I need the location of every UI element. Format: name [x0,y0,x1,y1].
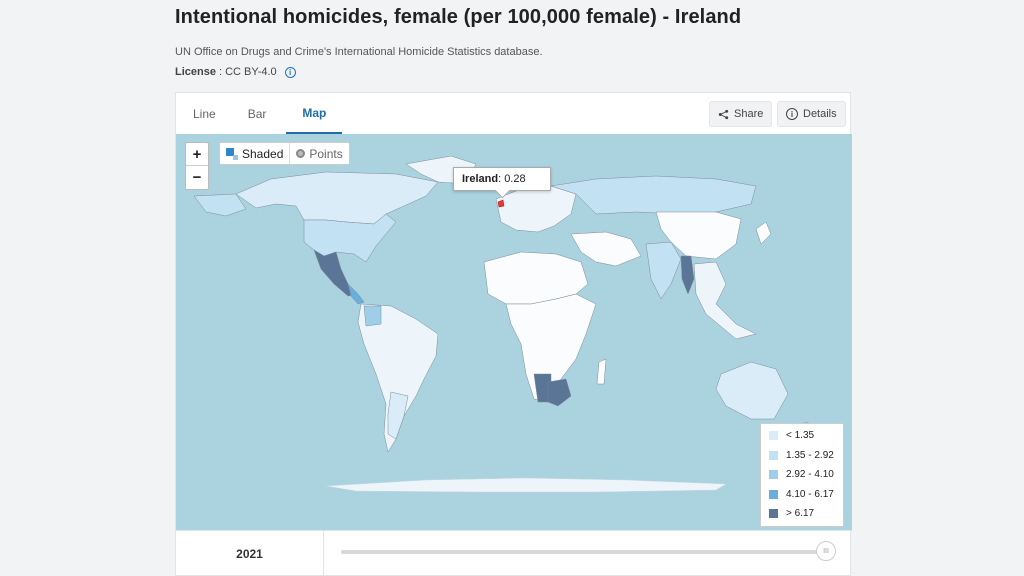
map-canvas[interactable] [176,134,852,530]
legend-item: 4.10 - 6.17 [761,485,843,505]
page: Intentional homicides, female (per 100,0… [0,0,1024,576]
points-icon [296,149,306,158]
country-central-america [347,283,365,305]
legend-swatch [769,450,778,460]
country-india [645,241,682,300]
country-europe [495,185,577,233]
license-label: License [175,66,216,78]
country-argentina [387,391,409,440]
chart-card: Line Bar Map Share i Details + − Shaded … [175,92,852,576]
legend-swatch [769,489,778,499]
tab-bar[interactable]: Bar [232,93,283,134]
info-circle-icon: i [786,108,798,120]
tooltip-country: Ireland [462,173,499,185]
page-title: Intentional homicides, female (per 100,0… [175,6,742,28]
legend-label: 1.35 - 2.92 [786,449,834,461]
shaded-label: Shaded [242,146,284,161]
shaded-mode-button[interactable]: Shaded [220,143,289,164]
legend-label: 2.92 - 4.10 [786,469,834,481]
zoom-controls: + − [185,142,209,190]
legend-swatch [769,509,778,519]
legend-label: > 6.17 [786,508,815,520]
country-antarctica [325,477,727,493]
points-label: Points [309,146,343,161]
year-slider-handle[interactable]: III [816,541,836,561]
country-canada [235,171,439,225]
zoom-out-button[interactable]: − [186,166,208,189]
legend-item: < 1.35 [761,426,843,446]
year-slider-track[interactable] [341,550,826,554]
view-tabs: Line Bar Map [176,93,343,134]
map-mode-toggle: Shaded Points [219,142,350,165]
world-map[interactable]: + − Shaded Points Ireland : 0.28 < 1.35 [176,134,852,530]
legend-swatch [769,470,778,480]
country-tooltip: Ireland : 0.28 [453,167,551,191]
share-label: Share [734,108,764,120]
country-madagascar [596,358,607,385]
source-text: UN Office on Drugs and Crime's Internati… [175,46,543,58]
legend-item: > 6.17 [761,504,843,524]
legend-item: 2.92 - 4.10 [761,465,843,485]
country-myanmar [680,255,695,295]
country-colombia [363,305,382,327]
tooltip-value: : 0.28 [498,173,526,185]
country-australia [715,361,789,420]
legend-item: 1.35 - 2.92 [761,446,843,466]
details-label: Details [803,108,837,120]
country-alaska [193,193,247,217]
license-value: : CC BY-4.0 [218,66,277,78]
share-icon [718,109,729,119]
points-mode-button[interactable]: Points [289,143,348,164]
zoom-in-button[interactable]: + [186,143,208,166]
tab-map[interactable]: Map [286,93,343,134]
legend-label: 4.10 - 6.17 [786,488,834,500]
legend-label: < 1.35 [786,430,815,442]
country-japan [755,221,772,245]
details-button[interactable]: i Details [777,101,846,127]
country-southeast-asia [693,261,757,340]
legend-swatch [769,431,778,441]
shaded-icon [226,147,238,160]
country-russia [550,175,757,215]
share-button[interactable]: Share [709,101,773,127]
info-icon[interactable]: i [284,66,296,78]
country-south-africa [547,378,572,407]
country-middle-east [570,231,642,267]
map-legend: < 1.35 1.35 - 2.92 2.92 - 4.10 4.10 - 6.… [760,423,844,527]
tab-line[interactable]: Line [176,93,232,134]
selected-year: 2021 [176,531,324,576]
timeline-footer: 2021 III [176,530,852,576]
license-line: License : CC BY-4.0 i [175,66,296,78]
